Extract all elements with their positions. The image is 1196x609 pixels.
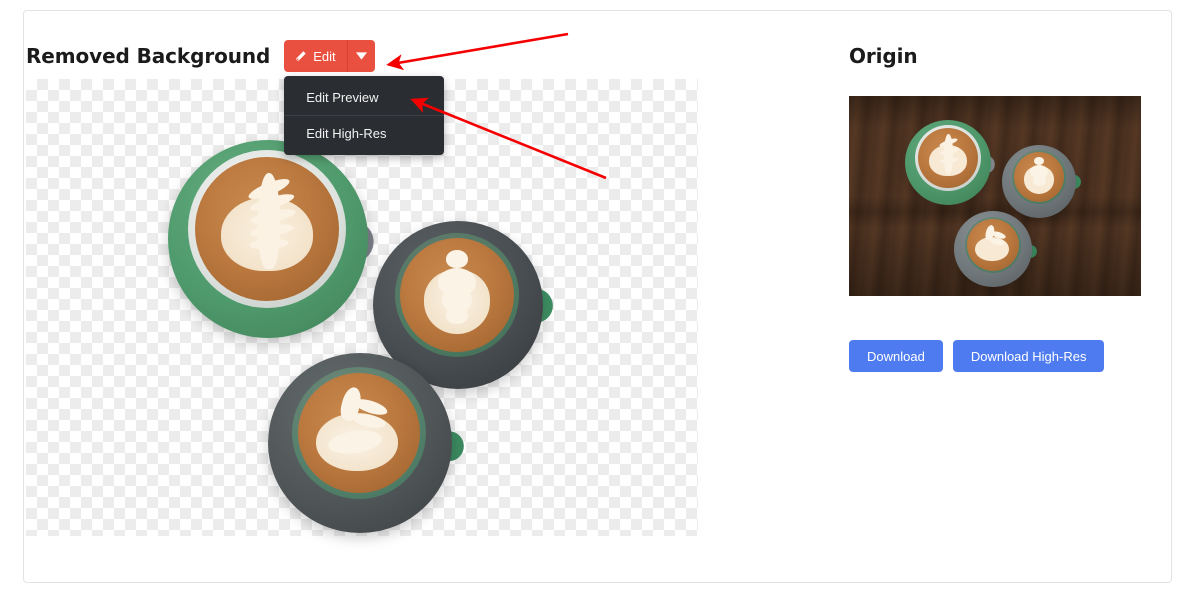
removed-background-panel: Removed Background Edit Edit Preview Edi…: [26, 38, 726, 155]
app-root: Removed Background Edit Edit Preview Edi…: [0, 0, 1196, 609]
edit-button[interactable]: Edit: [284, 40, 347, 72]
dark-cup-swan-latte-art: [266, 351, 466, 535]
green-cup-feather-latte-art: [164, 136, 379, 344]
thumb-dark-cup-top: [1001, 144, 1083, 220]
origin-thumbnail[interactable]: [849, 96, 1141, 296]
edit-button-group: Edit Edit Preview Edit High-Res: [284, 40, 445, 155]
download-button[interactable]: Download: [849, 340, 943, 372]
download-buttons-row: Download Download High-Res: [849, 340, 1143, 372]
menu-item-edit-high-res[interactable]: Edit High-Res: [284, 115, 445, 151]
download-high-res-button[interactable]: Download High-Res: [952, 340, 1105, 372]
menu-item-edit-preview[interactable]: Edit Preview: [284, 80, 444, 115]
page-title: Removed Background: [26, 44, 271, 68]
left-panel-header: Removed Background Edit Edit Preview Edi…: [26, 38, 726, 155]
origin-title: Origin: [849, 44, 918, 68]
pencil-icon: [294, 50, 307, 63]
edit-dropdown-menu: Edit Preview Edit High-Res: [284, 76, 445, 155]
thumb-dark-cup-bottom: [953, 210, 1038, 288]
thumb-green-cup: [903, 118, 997, 208]
edit-dropdown-toggle[interactable]: [346, 40, 375, 72]
caret-down-icon: [355, 52, 367, 60]
edit-button-label: Edit: [313, 48, 336, 64]
origin-panel: Origin Download Download High-Res: [849, 38, 1143, 372]
